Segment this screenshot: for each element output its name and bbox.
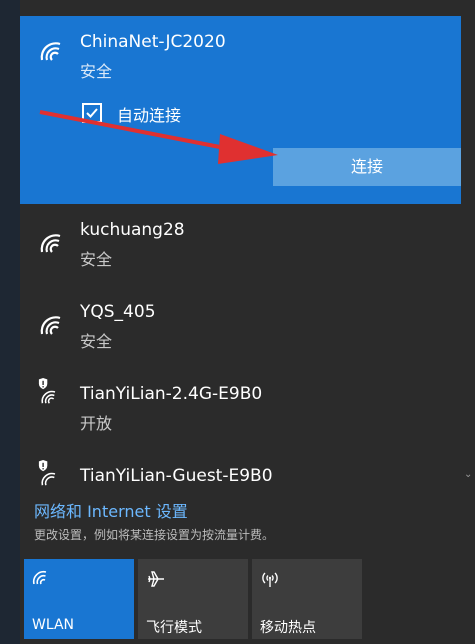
network-name: TianYiLian-Guest-E9B0 <box>80 466 273 486</box>
network-security-status: 安全 <box>80 250 113 269</box>
network-name: TianYiLian-2.4G-E9B0 <box>80 384 263 404</box>
network-item-kuchuang28[interactable]: kuchuang28 安全 <box>20 204 460 284</box>
network-security-status: 安全 <box>80 62 113 81</box>
wlan-tile-label: WLAN <box>32 617 75 633</box>
hotspot-icon <box>262 572 278 587</box>
network-settings-description: 更改设置，例如将某连接设置为按流量计费。 <box>34 528 275 542</box>
network-name: YQS_405 <box>80 302 156 322</box>
network-name: ChinaNet-JC2020 <box>80 32 226 52</box>
airplane-mode-tile[interactable]: 飞行模式 <box>138 559 248 639</box>
scrollbar[interactable]: ⌄ <box>461 16 475 486</box>
network-security-status: 安全 <box>80 332 113 351</box>
network-settings-link[interactable]: 网络和 Internet 设置 <box>34 498 188 522</box>
wifi-icon <box>40 316 61 335</box>
mobile-hotspot-tile-label: 移动热点 <box>260 620 316 636</box>
network-item-tianyilian-guest[interactable]: TianYiLian-Guest-E9B0 <box>20 450 460 488</box>
network-flyout: ChinaNet-JC2020 安全 自动连接 连接 kuchuang28 安全… <box>20 0 475 644</box>
airplane-icon <box>148 571 164 587</box>
network-security-status: 开放 <box>80 414 113 433</box>
connect-button[interactable]: 连接 <box>273 148 461 186</box>
network-item-yqs-405[interactable]: YQS_405 安全 <box>20 286 460 366</box>
airplane-mode-tile-label: 飞行模式 <box>146 620 202 636</box>
wifi-open-shield-icon <box>38 460 56 486</box>
checkmark-icon <box>86 108 98 118</box>
scroll-down-icon[interactable]: ⌄ <box>464 469 472 480</box>
wifi-icon <box>40 234 61 253</box>
wlan-tile[interactable]: WLAN <box>24 559 134 639</box>
desktop-background <box>0 0 20 644</box>
mobile-hotspot-tile[interactable]: 移动热点 <box>252 559 362 639</box>
network-item-tianyilian-24g[interactable]: TianYiLian-2.4G-E9B0 开放 <box>20 368 460 448</box>
wifi-icon <box>40 42 61 61</box>
selected-network-item[interactable]: ChinaNet-JC2020 安全 自动连接 连接 <box>20 16 475 204</box>
wifi-open-shield-icon <box>38 378 56 404</box>
auto-connect-label: 自动连接 <box>117 106 182 125</box>
wifi-icon <box>32 570 47 585</box>
auto-connect-checkbox[interactable] <box>82 103 102 123</box>
network-name: kuchuang28 <box>80 220 185 240</box>
